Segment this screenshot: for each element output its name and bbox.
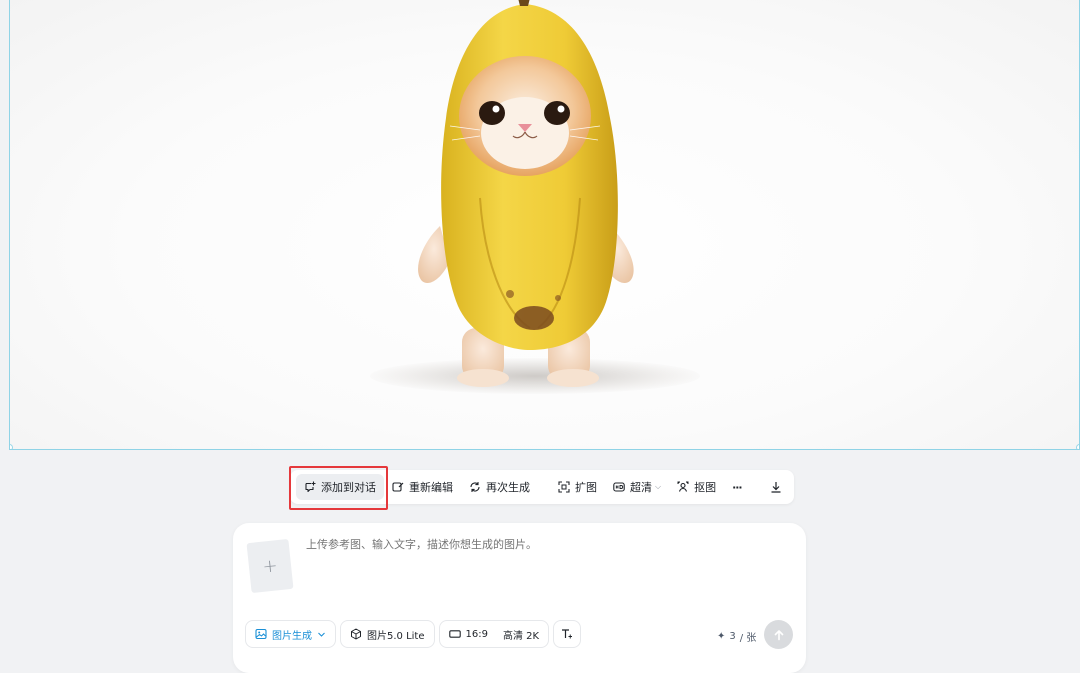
generated-image[interactable] <box>9 0 1080 450</box>
image-icon <box>255 628 267 640</box>
selection-handle-bottom-right[interactable] <box>1076 444 1079 449</box>
download-button[interactable] <box>762 474 790 500</box>
credit-unit: / 张 <box>739 633 757 644</box>
model-selector[interactable]: 图片5.0 Lite <box>340 620 435 648</box>
regenerate-button[interactable]: 再次生成 <box>461 474 538 500</box>
mode-label: 图片生成 <box>272 630 312 642</box>
expand-label: 扩图 <box>575 481 597 494</box>
cutout-button[interactable]: 抠图 <box>669 474 724 500</box>
prompt-input[interactable] <box>306 538 786 551</box>
more-label: ··· <box>732 480 743 494</box>
more-options-button[interactable]: ··· <box>724 474 750 500</box>
model-label: 图片5.0 Lite <box>367 630 425 642</box>
re-edit-label: 重新编辑 <box>409 481 453 494</box>
prompt-composer: + 图片生成 图片5.0 Lite 16:9 高清 2K ✦ 3 / 张 <box>233 523 806 673</box>
add-to-chat-button[interactable]: 添加到对话 <box>296 474 384 500</box>
hd-icon <box>613 482 625 492</box>
re-edit-button[interactable]: 重新编辑 <box>384 474 461 500</box>
mode-selector[interactable]: 图片生成 <box>245 620 336 648</box>
credit-cost: ✦ 3 / 张 <box>717 629 756 644</box>
send-button[interactable] <box>764 620 793 649</box>
banana-kitten-illustration <box>418 0 634 387</box>
text-style-button[interactable] <box>553 620 582 648</box>
expand-button[interactable]: 扩图 <box>550 474 605 500</box>
upload-reference-button[interactable]: + <box>246 538 294 594</box>
composer-options: 图片生成 图片5.0 Lite 16:9 高清 2K <box>245 620 582 648</box>
download-icon <box>771 482 781 493</box>
add-to-chat-label: 添加到对话 <box>321 481 376 494</box>
edit-icon <box>392 482 404 492</box>
text-format-icon <box>562 629 573 639</box>
hd-label: 超清 <box>630 481 652 494</box>
cube-icon <box>351 628 361 640</box>
expand-icon <box>558 481 570 493</box>
ratio-quality-selector[interactable]: 16:9 高清 2K <box>438 620 550 648</box>
refresh-icon <box>470 482 480 492</box>
hd-upscale-button[interactable]: 超清 ⌵ <box>605 474 669 500</box>
arrow-up-icon <box>774 629 783 640</box>
aspect-ratio-icon <box>448 630 461 638</box>
ratio-label: 16:9 <box>465 628 488 640</box>
selection-handle-bottom-left[interactable] <box>10 444 13 449</box>
credit-value: 3 <box>729 631 736 642</box>
person-cutout-icon <box>677 481 689 492</box>
image-action-toolbar: 添加到对话 重新编辑 再次生成 扩图 超清 ⌵ 抠图 ··· <box>290 470 794 504</box>
chat-add-icon <box>305 481 316 493</box>
regenerate-label: 再次生成 <box>486 481 530 494</box>
quality-label: 高清 2K <box>502 630 540 642</box>
sparkle-icon: ✦ <box>717 631 726 642</box>
plus-icon: + <box>261 554 279 578</box>
chevron-down-icon <box>318 632 325 637</box>
chevron-down-icon: ⌵ <box>655 482 662 491</box>
cutout-label: 抠图 <box>694 481 717 494</box>
